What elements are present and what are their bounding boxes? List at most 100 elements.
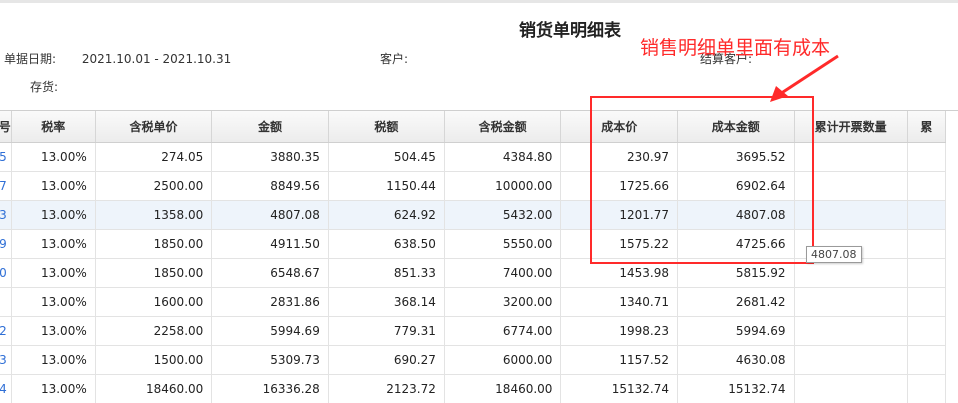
- table-cell: [794, 172, 907, 201]
- table-cell: 368.14: [328, 288, 444, 317]
- table-cell: 230.97: [561, 143, 678, 172]
- table-cell: [794, 346, 907, 375]
- table-row[interactable]: 313.00%1500.005309.73690.276000.001157.5…: [0, 346, 946, 375]
- table-cell: 13.00%: [11, 375, 95, 403]
- table-row[interactable]: 313.00%1358.004807.08624.925432.001201.7…: [0, 201, 946, 230]
- table-cell: 779.31: [328, 317, 444, 346]
- table-cell: 7400.00: [444, 259, 561, 288]
- row-index-cell: 5: [0, 143, 11, 172]
- table-cell: 1500.00: [95, 346, 212, 375]
- table-cell: 2681.42: [677, 288, 794, 317]
- table-cell: [907, 288, 945, 317]
- table-cell: 5994.69: [212, 317, 329, 346]
- row-index-cell: 4: [0, 375, 11, 403]
- table-row[interactable]: 13.00%1600.002831.86368.143200.001340.71…: [0, 288, 946, 317]
- table-cell: [794, 143, 907, 172]
- table-row[interactable]: 413.00%18460.0016336.282123.7218460.0015…: [0, 375, 946, 403]
- table-cell: [907, 259, 945, 288]
- table-cell: 15132.74: [677, 375, 794, 403]
- inventory-label: 存货:: [30, 78, 58, 95]
- table-cell: 1575.22: [561, 230, 678, 259]
- table-cell: 4630.08: [677, 346, 794, 375]
- table-cell: [907, 375, 945, 403]
- table-cell: 1850.00: [95, 230, 212, 259]
- table-cell: [907, 201, 945, 230]
- table-cell: 1725.66: [561, 172, 678, 201]
- annotation-arrow: [760, 50, 880, 110]
- row-index-cell: 7: [0, 172, 11, 201]
- date-range-value[interactable]: 2021.10.01 - 2021.10.31: [82, 52, 231, 66]
- table-cell: 8849.56: [212, 172, 329, 201]
- customer-label: 客户:: [380, 50, 408, 67]
- table-cell: [907, 143, 945, 172]
- column-header[interactable]: 税率: [11, 111, 95, 143]
- table-cell: 6000.00: [444, 346, 561, 375]
- row-index-cell: 9: [0, 230, 11, 259]
- table-cell: [794, 201, 907, 230]
- table-cell: 15132.74: [561, 375, 678, 403]
- table-cell: 2258.00: [95, 317, 212, 346]
- table-cell: 504.45: [328, 143, 444, 172]
- table-cell: 3200.00: [444, 288, 561, 317]
- table-cell: 2500.00: [95, 172, 212, 201]
- row-index-cell: 3: [0, 201, 11, 230]
- table-cell: 5309.73: [212, 346, 329, 375]
- column-header[interactable]: 税额: [328, 111, 444, 143]
- table-cell: 13.00%: [11, 288, 95, 317]
- table-cell: 1453.98: [561, 259, 678, 288]
- column-header[interactable]: 含税金额: [444, 111, 561, 143]
- table-cell: 6902.64: [677, 172, 794, 201]
- table-cell: 18460.00: [95, 375, 212, 403]
- column-header[interactable]: 金额: [212, 111, 329, 143]
- row-index-cell: [0, 288, 11, 317]
- table-cell: 5815.92: [677, 259, 794, 288]
- table-row[interactable]: 913.00%1850.004911.50638.505550.001575.2…: [0, 230, 946, 259]
- table-cell: 1157.52: [561, 346, 678, 375]
- table-cell: 10000.00: [444, 172, 561, 201]
- column-header[interactable]: 含税单价: [95, 111, 212, 143]
- table-cell: 5432.00: [444, 201, 561, 230]
- table-row[interactable]: 513.00%274.053880.35504.454384.80230.973…: [0, 143, 946, 172]
- date-filter: 单据日期: 2021.10.01 - 2021.10.31: [4, 50, 231, 67]
- column-header[interactable]: 成本金额: [677, 111, 794, 143]
- row-index-cell: 3: [0, 346, 11, 375]
- table-cell: 13.00%: [11, 172, 95, 201]
- table-cell: 4384.80: [444, 143, 561, 172]
- column-header[interactable]: 号: [0, 111, 11, 143]
- table-cell: 274.05: [95, 143, 212, 172]
- table-cell: 1150.44: [328, 172, 444, 201]
- column-header[interactable]: 累: [907, 111, 945, 143]
- table-body: 513.00%274.053880.35504.454384.80230.973…: [0, 143, 946, 403]
- table-cell: 13.00%: [11, 201, 95, 230]
- table-header-row: 号税率含税单价金额税额含税金额成本价成本金额累计开票数量累: [0, 111, 946, 143]
- table-cell: 851.33: [328, 259, 444, 288]
- table-cell: 1600.00: [95, 288, 212, 317]
- table-cell: [907, 346, 945, 375]
- top-border: [0, 0, 958, 3]
- table-row[interactable]: 713.00%2500.008849.561150.4410000.001725…: [0, 172, 946, 201]
- table-cell: 16336.28: [212, 375, 329, 403]
- table-cell: 13.00%: [11, 143, 95, 172]
- table-cell: 2123.72: [328, 375, 444, 403]
- table-cell: 13.00%: [11, 259, 95, 288]
- table-cell: 4725.66: [677, 230, 794, 259]
- row-index-cell: 0: [0, 259, 11, 288]
- column-header[interactable]: 成本价: [561, 111, 678, 143]
- table-cell: [794, 317, 907, 346]
- table-cell: 4807.08: [212, 201, 329, 230]
- table-cell: 4911.50: [212, 230, 329, 259]
- table-cell: 13.00%: [11, 317, 95, 346]
- table-cell: 1850.00: [95, 259, 212, 288]
- table-row[interactable]: 013.00%1850.006548.67851.337400.001453.9…: [0, 259, 946, 288]
- table-cell: [794, 375, 907, 403]
- table-cell: [907, 230, 945, 259]
- table-cell: 18460.00: [444, 375, 561, 403]
- table-cell: 1201.77: [561, 201, 678, 230]
- table-cell: 1998.23: [561, 317, 678, 346]
- table-cell: 2831.86: [212, 288, 329, 317]
- column-header[interactable]: 累计开票数量: [794, 111, 907, 143]
- cell-tooltip: 4807.08: [806, 246, 862, 263]
- table-cell: 13.00%: [11, 230, 95, 259]
- table-cell: 3880.35: [212, 143, 329, 172]
- table-row[interactable]: 213.00%2258.005994.69779.316774.001998.2…: [0, 317, 946, 346]
